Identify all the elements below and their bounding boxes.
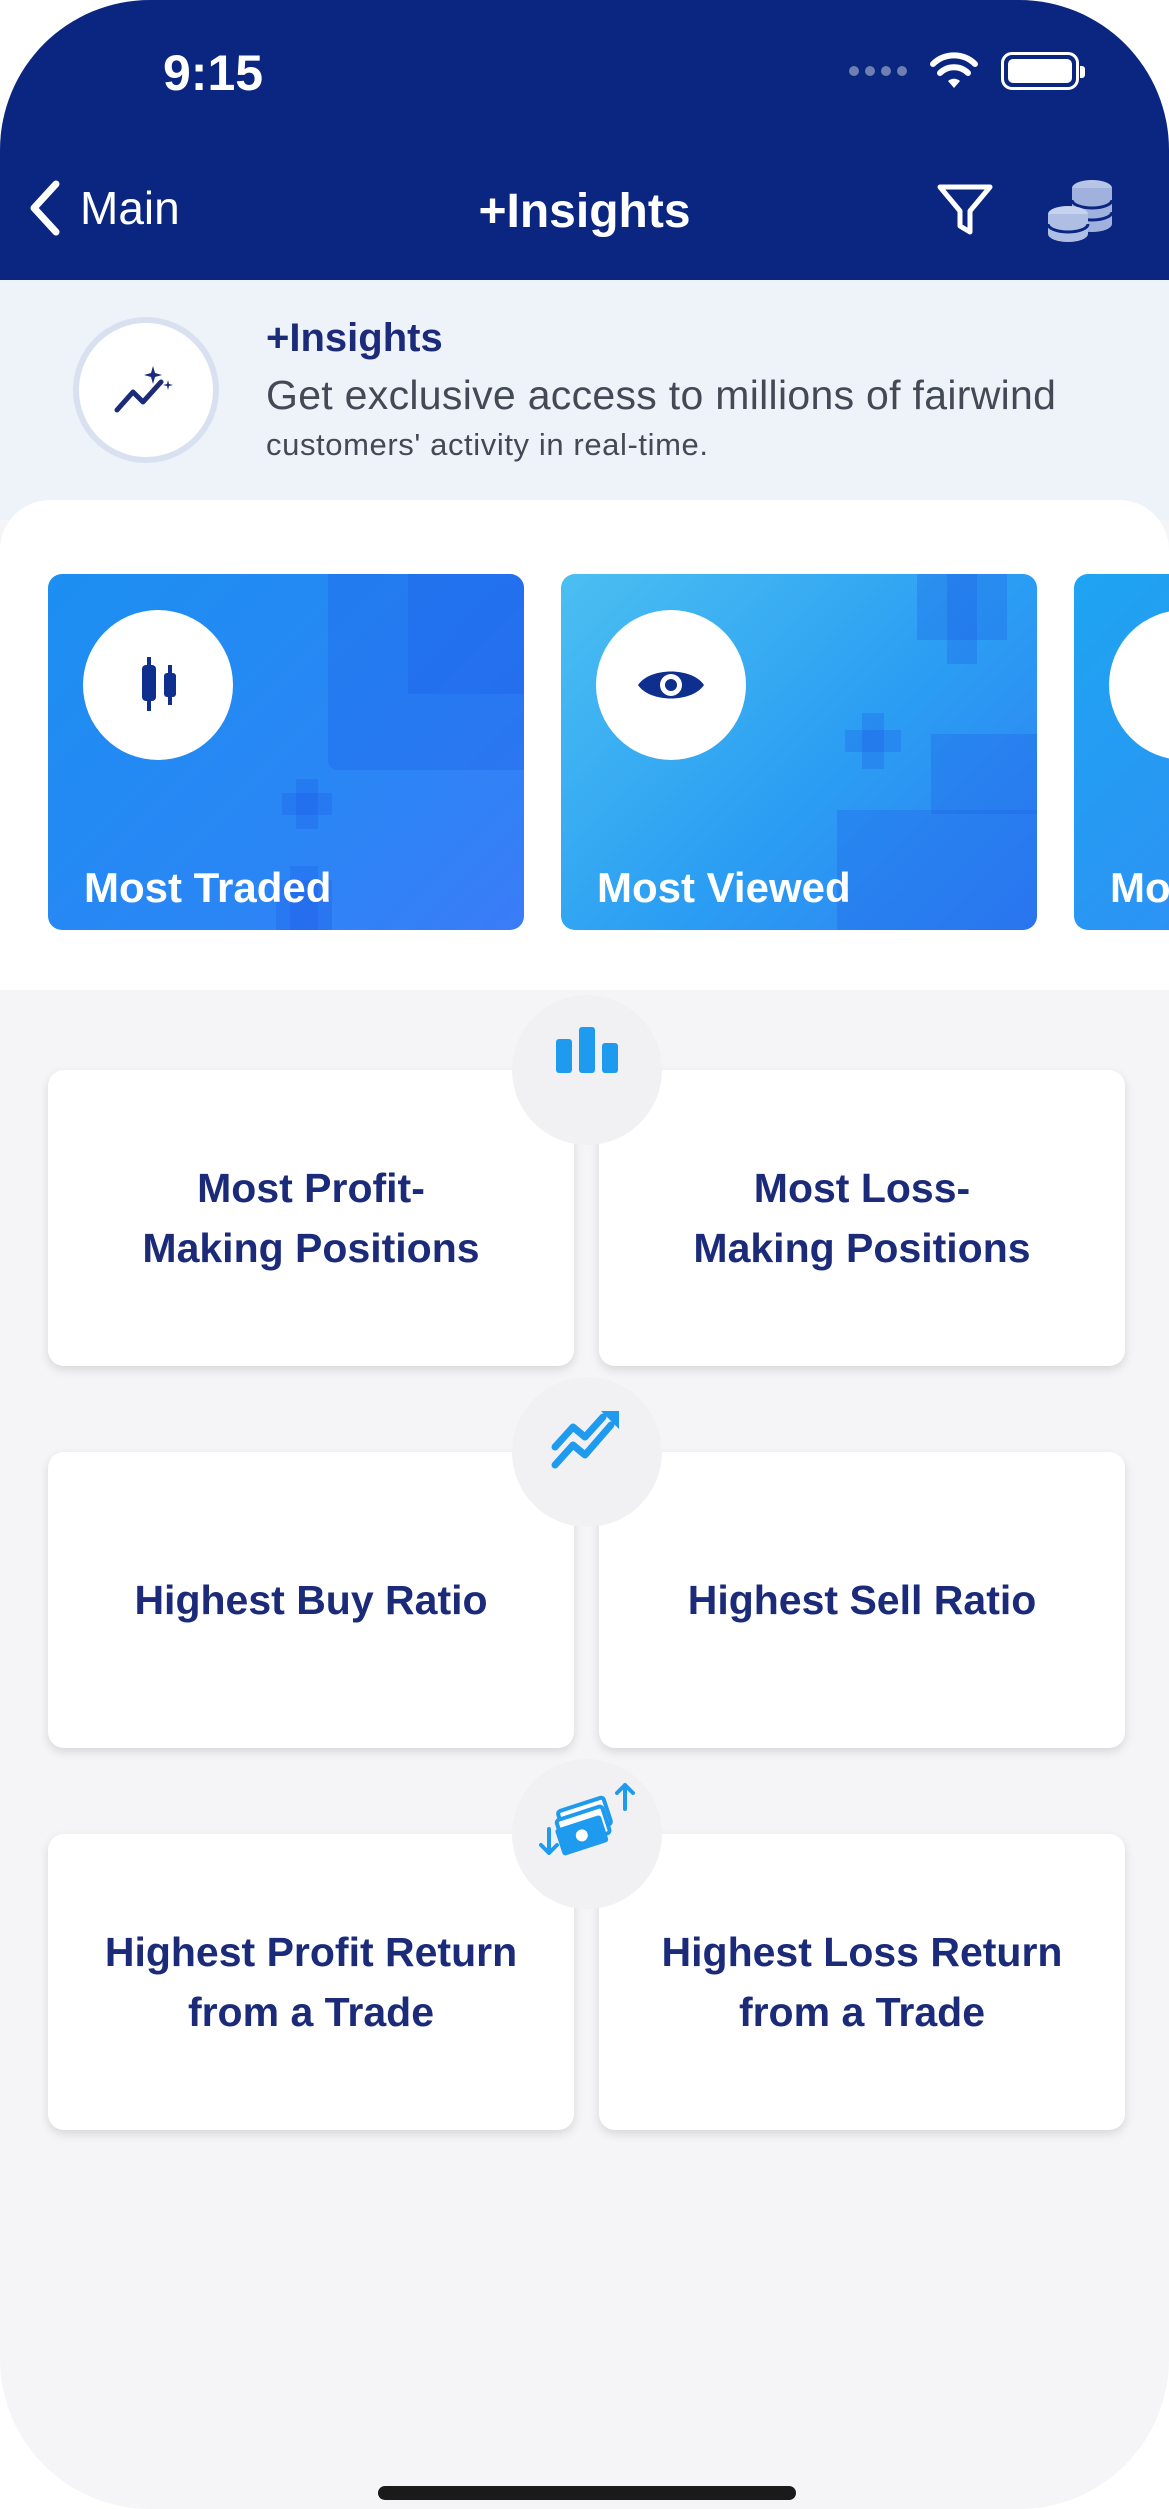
card-icon xyxy=(1156,657,1169,713)
status-icons xyxy=(849,52,1085,90)
row-badge xyxy=(512,1377,662,1527)
card-label: Highest Sell Ratio xyxy=(687,1577,1037,1623)
card-label: Highest Buy Ratio xyxy=(134,1577,488,1623)
most-viewed-icon-circle xyxy=(596,610,746,760)
filter-button[interactable] xyxy=(936,182,994,243)
intro-description-line1: Get exclusive access to millions of fair… xyxy=(266,372,1057,418)
card-label: Most Profit- Making Positions xyxy=(142,1165,480,1271)
money-exchange-icon xyxy=(539,1783,635,1856)
highest-sell-ratio-card[interactable]: Highest Sell Ratio xyxy=(599,1452,1125,1748)
phone-screen: 9:15 Main +Insights +Insights Get exclus… xyxy=(0,0,1169,2509)
row-badge xyxy=(512,1759,662,1909)
row-badge xyxy=(512,995,662,1145)
trend-arrow-icon xyxy=(551,1411,619,1469)
card-label: Highest Loss Return from a Trade xyxy=(661,1929,1063,2035)
wifi-icon xyxy=(930,52,978,88)
most-profit-making-positions-card[interactable]: Most Profit- Making Positions xyxy=(48,1070,574,1366)
most-viewed-label: Most Viewed xyxy=(597,864,851,911)
home-indicator[interactable] xyxy=(378,2486,796,2500)
coins-button[interactable] xyxy=(1044,176,1116,251)
most-viewed-card[interactable]: Most Viewed xyxy=(561,574,1037,930)
battery-icon xyxy=(1001,52,1085,90)
eye-icon xyxy=(638,671,704,699)
card-label: Highest Profit Return from a Trade xyxy=(104,1929,518,2035)
highest-loss-return-card[interactable]: Highest Loss Return from a Trade xyxy=(599,1834,1125,2130)
status-time: 9:15 xyxy=(163,45,264,101)
most-traded-icon-circle xyxy=(83,610,233,760)
third-carousel-card[interactable]: Mo xyxy=(1074,574,1169,930)
most-traded-card[interactable]: Most Traded xyxy=(48,574,524,930)
most-traded-label: Most Traded xyxy=(84,864,332,911)
filter-icon xyxy=(937,184,993,235)
coins-icon xyxy=(1046,180,1114,242)
highest-buy-ratio-card[interactable]: Highest Buy Ratio xyxy=(48,1452,574,1748)
sparkle-trend-icon xyxy=(114,366,173,413)
intro-icon-circle xyxy=(73,317,219,463)
insights-carousel[interactable]: Most Traded Most Viewed Mo xyxy=(0,500,1169,990)
card-label: Most Loss- Making Positions xyxy=(693,1165,1031,1271)
third-card-icon-circle xyxy=(1109,610,1169,760)
intro-title: +Insights xyxy=(266,316,443,360)
highest-profit-return-card[interactable]: Highest Profit Return from a Trade xyxy=(48,1834,574,2130)
header: 9:15 Main +Insights xyxy=(0,0,1169,280)
candlestick-icon xyxy=(142,657,176,711)
insights-intro: +Insights Get exclusive access to millio… xyxy=(0,280,1169,520)
intro-description-line2: customers' activity in real-time. xyxy=(266,427,709,462)
signal-icon xyxy=(849,66,907,76)
most-loss-making-positions-card[interactable]: Most Loss- Making Positions xyxy=(599,1070,1125,1366)
bar-chart-icon xyxy=(556,1027,618,1073)
third-card-label: Mo xyxy=(1110,864,1169,911)
